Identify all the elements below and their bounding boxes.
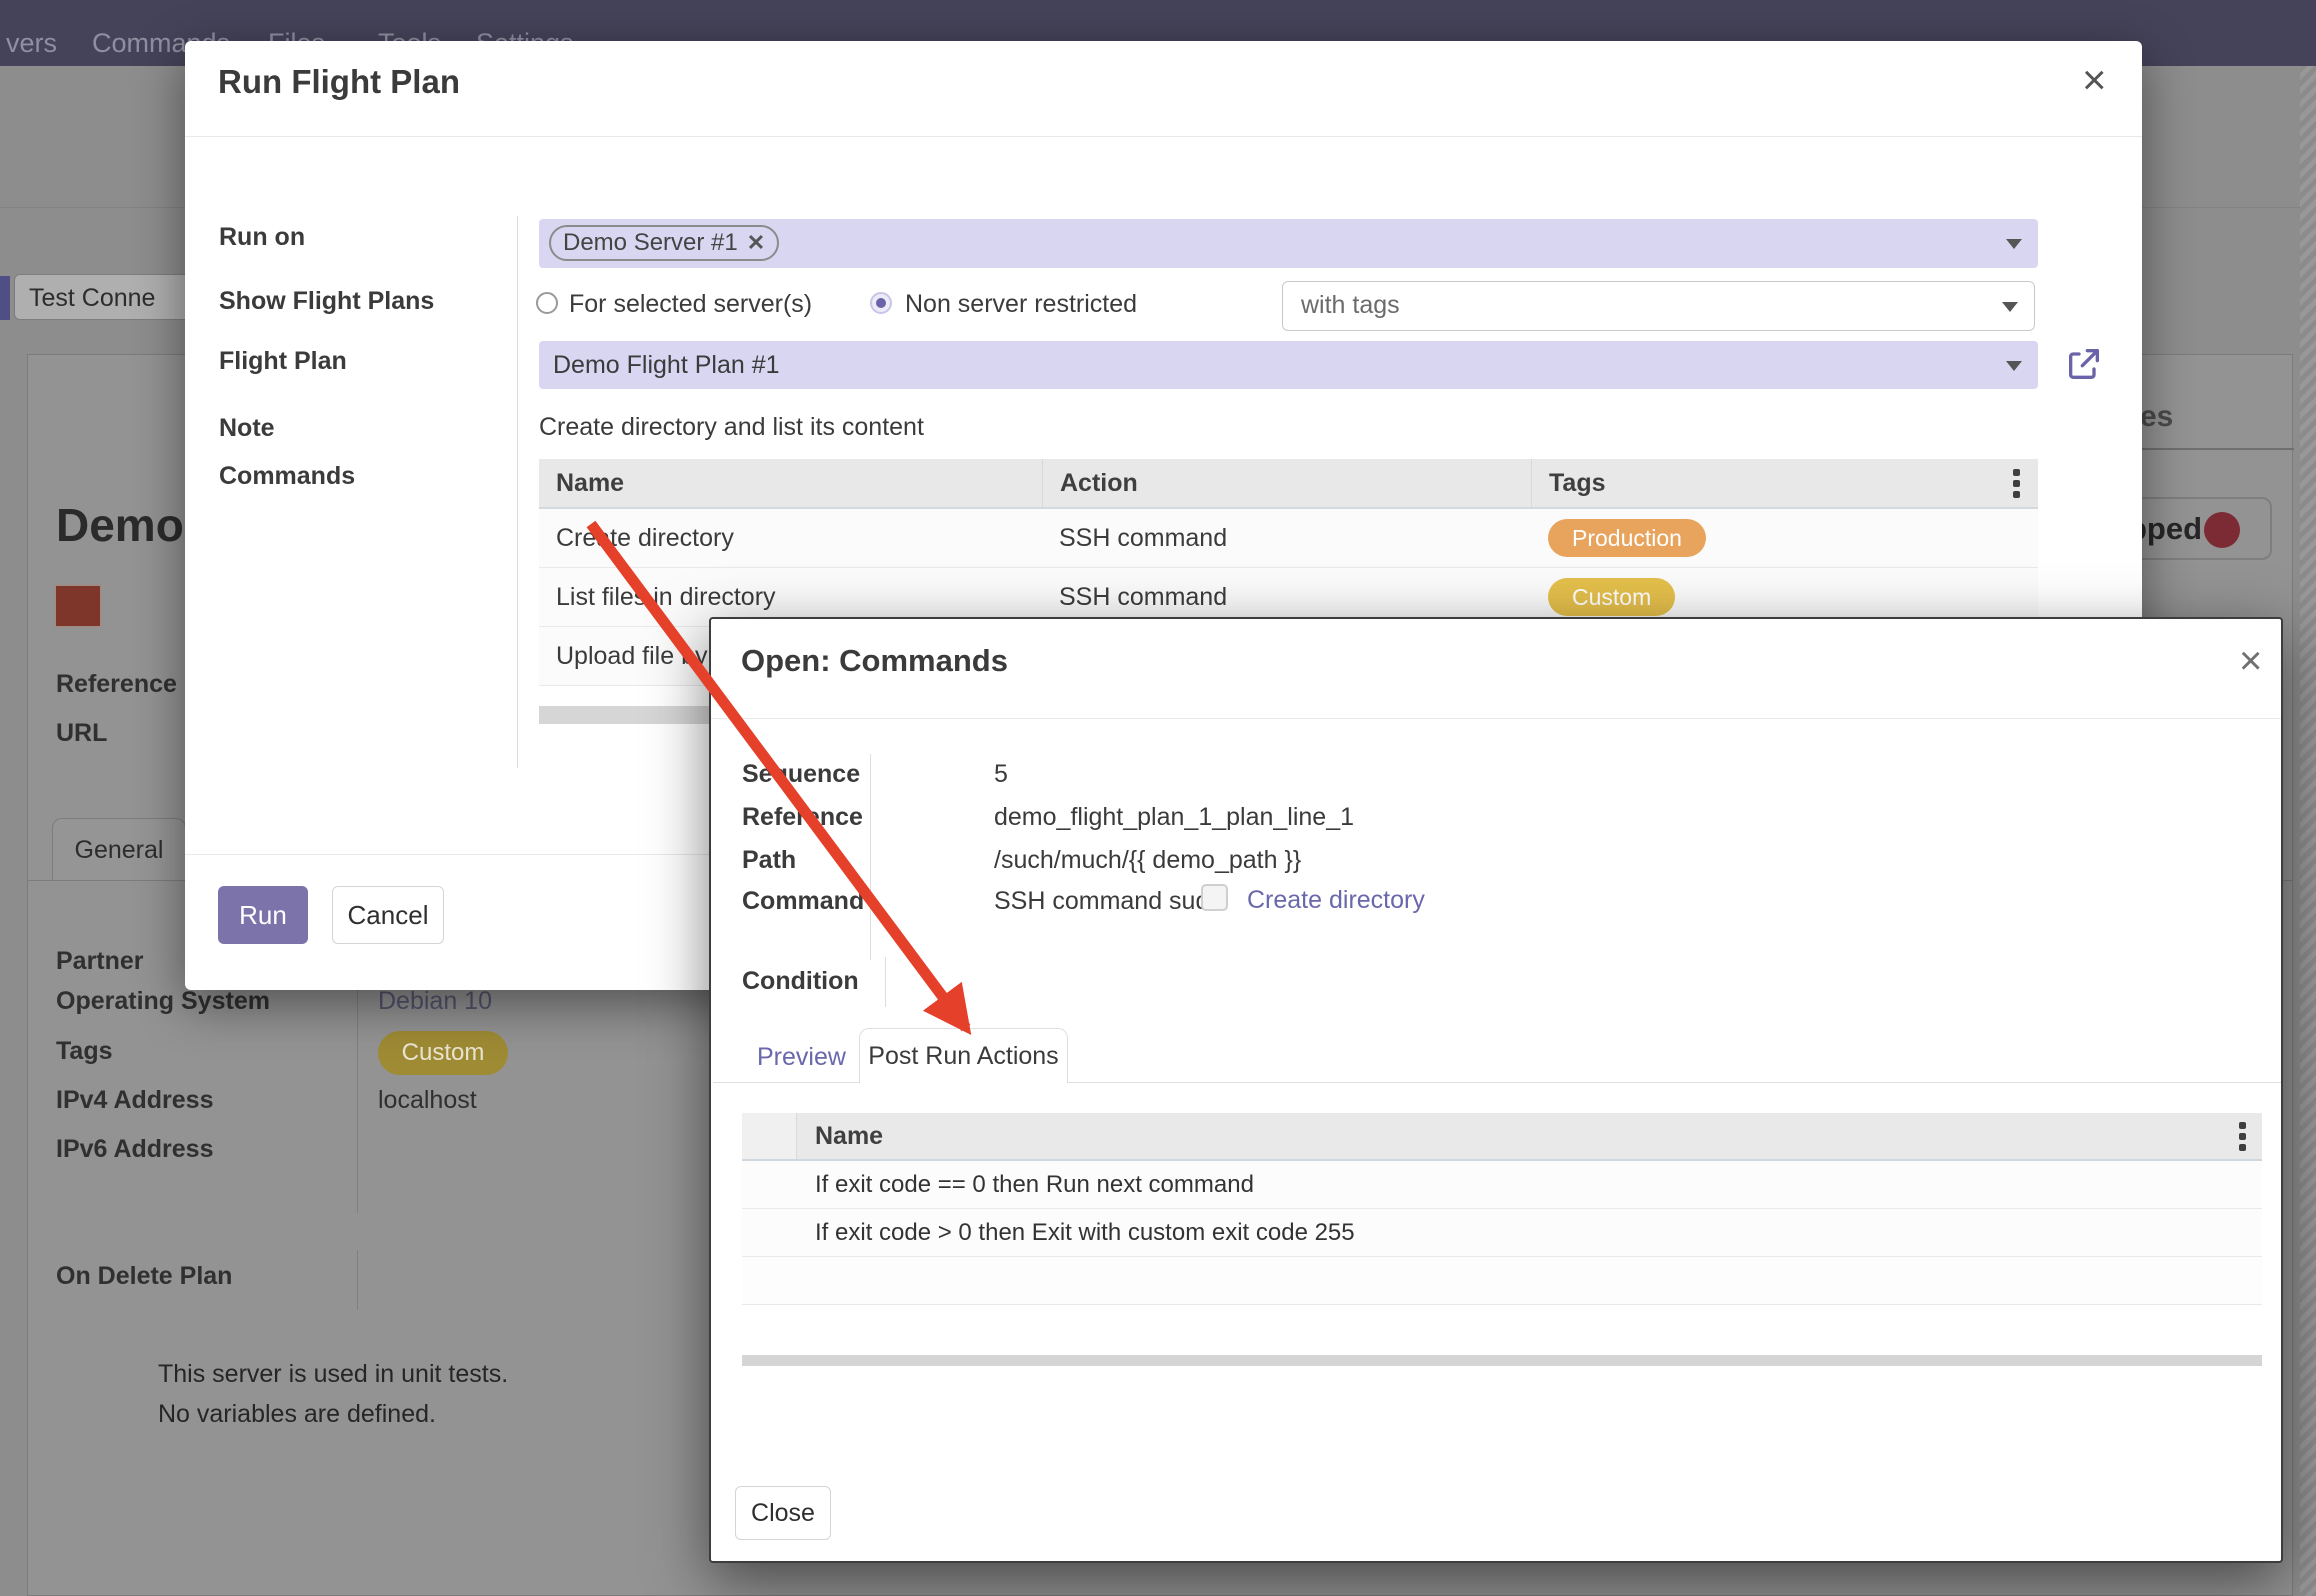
close-icon[interactable]: × <box>2082 59 2107 101</box>
tab-post-run-actions[interactable]: Post Run Actions <box>859 1028 1068 1083</box>
commands-table-header: Name Action Tags <box>539 459 2038 509</box>
right-divider <box>2142 448 2294 450</box>
remove-tag-icon[interactable]: ✕ <box>747 230 765 256</box>
ipv4-value: localhost <box>378 1086 477 1115</box>
with-tags-value: with tags <box>1301 291 1400 320</box>
reference-value: demo_flight_plan_1_plan_line_1 <box>994 803 1354 832</box>
col-name[interactable]: Name <box>539 459 1042 507</box>
run-modal-title: Run Flight Plan <box>218 63 460 101</box>
col-tags[interactable]: Tags <box>1531 459 1994 507</box>
radio-non-server-restricted-label[interactable]: Non server restricted <box>905 290 1137 319</box>
chevron-down-icon <box>2002 302 2018 312</box>
row-action: SSH command <box>1042 583 1531 612</box>
post-run-table-header: Name <box>742 1113 2262 1161</box>
window-scrollbar[interactable] <box>2300 66 2316 1596</box>
condition-label: Condition <box>742 967 859 996</box>
close-icon[interactable]: × <box>2239 641 2262 681</box>
field-separator <box>357 985 358 1213</box>
test-connection-button[interactable]: Test Conne <box>14 274 214 320</box>
run-button[interactable]: Run <box>218 886 308 944</box>
radio-for-selected-servers[interactable] <box>536 292 558 314</box>
sequence-label: Sequence <box>742 760 860 789</box>
col-action[interactable]: Action <box>1042 459 1531 507</box>
nav-item-servers[interactable]: vers <box>6 28 57 59</box>
create-directory-checkbox[interactable] <box>1201 884 1228 911</box>
field-separator <box>870 754 871 960</box>
create-directory-link[interactable]: Create directory <box>1247 886 1425 915</box>
reference-label: Reference <box>742 803 863 832</box>
url-label: URL <box>56 719 107 748</box>
table-row[interactable]: If exit code > 0 then Exit with custom e… <box>742 1209 2262 1257</box>
tags-label: Tags <box>56 1037 113 1066</box>
row-name: List files in directory <box>539 583 1042 612</box>
table-row[interactable]: If exit code == 0 then Run next command <box>742 1161 2262 1209</box>
ipv6-label: IPv6 Address <box>56 1135 213 1164</box>
flight-plan-label: Flight Plan <box>219 347 347 376</box>
tag-badge: Custom <box>1548 578 1675 616</box>
header-divider <box>185 136 2142 137</box>
chevron-down-icon[interactable] <box>2006 239 2022 249</box>
chevron-down-icon <box>2006 361 2022 371</box>
external-link-icon[interactable] <box>2064 344 2104 384</box>
run-on-input[interactable]: Demo Server #1 ✕ <box>539 219 2038 268</box>
radio-non-server-restricted[interactable] <box>870 292 892 314</box>
kebab-menu-icon[interactable] <box>2222 1113 2262 1159</box>
row-name: Create directory <box>539 524 1042 553</box>
cancel-button[interactable]: Cancel <box>332 886 444 944</box>
command-value: SSH command sudo <box>994 887 1223 916</box>
plan-note-text: Create directory and list its content <box>539 413 924 442</box>
table-row-empty <box>742 1257 2262 1305</box>
partner-label: Partner <box>56 947 144 976</box>
kebab-menu-icon[interactable] <box>1994 459 2038 507</box>
unit-test-note-line1: This server is used in unit tests. <box>158 1360 508 1389</box>
open-commands-modal: Open: Commands × Sequence 5 Reference de… <box>709 617 2283 1563</box>
tab-preview[interactable]: Preview <box>757 1043 846 1072</box>
note-label: Note <box>219 414 275 443</box>
os-value[interactable]: Debian 10 <box>378 987 492 1016</box>
tab-general[interactable]: General <box>52 818 186 881</box>
status-dot-icon <box>2204 512 2240 548</box>
post-run-actions-table: Name If exit code == 0 then Run next com… <box>742 1113 2262 1305</box>
tags-custom-badge: Custom <box>378 1031 508 1075</box>
sequence-value: 5 <box>994 760 1008 789</box>
label-separator <box>517 216 518 768</box>
row-action: SSH command <box>1042 524 1531 553</box>
unit-test-note-line2: No variables are defined. <box>158 1400 436 1429</box>
tag-badge: Production <box>1548 519 1706 557</box>
path-value: /such/much/{{ demo_path }} <box>994 846 1301 875</box>
run-on-label: Run on <box>219 223 305 252</box>
ipv4-label: IPv4 Address <box>56 1086 213 1115</box>
commands-modal-title: Open: Commands <box>741 643 1008 679</box>
path-label: Path <box>742 846 796 875</box>
on-delete-plan-label: On Delete Plan <box>56 1262 232 1291</box>
header-divider <box>711 718 2281 719</box>
radio-for-selected-servers-label[interactable]: For selected server(s) <box>569 290 812 319</box>
server-tag-label: Demo Server #1 <box>563 229 738 257</box>
flight-plan-select[interactable]: Demo Flight Plan #1 <box>539 341 2038 389</box>
close-button[interactable]: Close <box>735 1486 831 1540</box>
show-flight-plans-label: Show Flight Plans <box>219 287 434 316</box>
field-separator <box>357 1250 358 1310</box>
color-swatch[interactable] <box>54 584 102 628</box>
os-label: Operating System <box>56 987 270 1016</box>
flight-plan-value: Demo Flight Plan #1 <box>553 351 780 380</box>
command-label: Command <box>742 887 864 916</box>
cut-off-primary-button[interactable] <box>0 276 10 320</box>
reference-label: Reference <box>56 670 177 699</box>
table-scrollbar[interactable] <box>742 1355 2262 1366</box>
screen: vers Commands Files Tools Settings Test … <box>0 0 2316 1596</box>
selector-column <box>742 1113 797 1159</box>
table-row[interactable]: Create directory SSH command Production <box>539 509 2038 568</box>
with-tags-select[interactable]: with tags <box>1282 281 2035 331</box>
page-title: Demo <box>56 498 184 552</box>
field-separator <box>885 957 886 1007</box>
server-tag: Demo Server #1 ✕ <box>549 225 779 261</box>
col-name[interactable]: Name <box>797 1113 2222 1159</box>
truncated-heading: es <box>2140 400 2173 434</box>
commands-label: Commands <box>219 462 355 491</box>
